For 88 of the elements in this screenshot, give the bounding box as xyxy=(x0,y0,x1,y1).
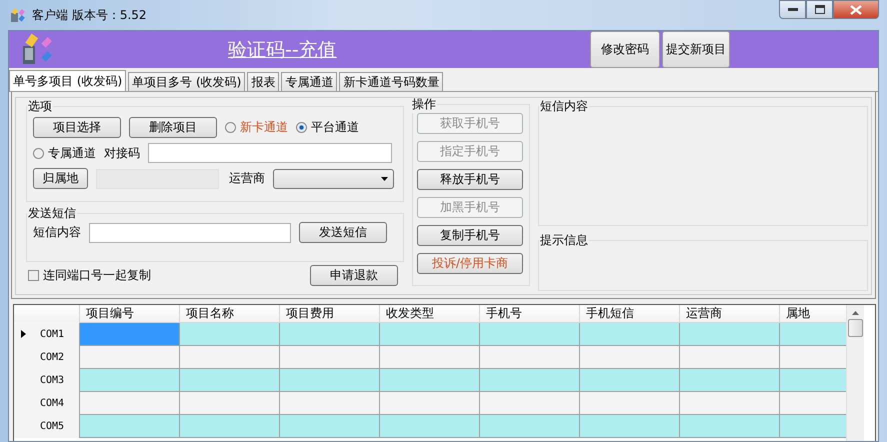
send-sms-button[interactable]: 发送短信 xyxy=(299,222,387,243)
table-cell[interactable] xyxy=(679,392,779,415)
tab[interactable]: 专属通道 xyxy=(281,72,338,91)
option-button[interactable]: 删除项目 xyxy=(129,117,217,138)
row-header[interactable]: COM2 xyxy=(40,352,64,362)
operation-button[interactable]: 复制手机号 xyxy=(417,225,523,246)
table-cell[interactable] xyxy=(779,346,846,369)
operation-button[interactable]: 释放手机号 xyxy=(417,169,523,190)
row-header[interactable]: COM4 xyxy=(40,398,64,408)
table-cell[interactable] xyxy=(379,369,479,392)
table-cell[interactable] xyxy=(779,392,846,415)
table-cell[interactable] xyxy=(679,369,779,392)
table-cell[interactable] xyxy=(779,323,846,346)
dropdown-caret-icon xyxy=(381,176,388,180)
table-cell[interactable] xyxy=(179,369,279,392)
sms-content-label: 短信内容 xyxy=(33,224,81,241)
table-cell[interactable] xyxy=(179,392,279,415)
table-cell[interactable] xyxy=(79,369,179,392)
dock-code-field[interactable] xyxy=(148,143,392,163)
header-title[interactable]: 验证码--充值 xyxy=(228,37,337,63)
sms-content-field[interactable] xyxy=(89,222,291,242)
window-title: 客户端 版本号：5.52 xyxy=(32,6,147,24)
table-cell[interactable] xyxy=(479,346,579,369)
table-cell[interactable] xyxy=(579,369,679,392)
tab[interactable]: 单号多项目 (收发码) xyxy=(9,70,126,91)
table-cell[interactable] xyxy=(179,346,279,369)
operation-button[interactable]: 投诉/停用卡商 xyxy=(417,253,523,274)
table-cell[interactable] xyxy=(479,415,579,438)
channel-radio[interactable]: 平台通道 xyxy=(296,119,359,136)
table-cell[interactable] xyxy=(79,392,179,415)
table-cell[interactable] xyxy=(279,369,379,392)
refund-button[interactable]: 申请退款 xyxy=(310,265,398,286)
vertical-scrollbar[interactable] xyxy=(846,305,864,441)
table-cell[interactable] xyxy=(479,369,579,392)
group-title: 短信内容 xyxy=(539,98,589,115)
carrier-label: 运营商 xyxy=(229,170,265,187)
table-cell[interactable] xyxy=(179,415,279,438)
table-cell[interactable] xyxy=(379,415,479,438)
app-icon xyxy=(10,7,26,23)
table-cell[interactable] xyxy=(479,323,579,346)
carrier-dropdown[interactable] xyxy=(273,168,394,188)
header-button[interactable]: 修改密码 xyxy=(590,31,660,68)
close-icon xyxy=(850,4,862,14)
table-cell[interactable] xyxy=(779,369,846,392)
table-cell[interactable] xyxy=(679,415,779,438)
copy-with-port-checkbox[interactable]: 连同端口号一起复制 xyxy=(28,267,151,284)
table-cell[interactable] xyxy=(279,392,379,415)
maximize-icon xyxy=(814,5,824,14)
table-cell[interactable] xyxy=(379,346,479,369)
table-cell[interactable] xyxy=(279,346,379,369)
tab[interactable]: 报表 xyxy=(247,72,280,91)
group-title: 选项 xyxy=(27,98,53,115)
header-button[interactable]: 提交新项目 xyxy=(662,31,730,68)
group-title: 提示信息 xyxy=(539,232,589,249)
table-cell[interactable] xyxy=(579,323,679,346)
table-cell[interactable] xyxy=(679,323,779,346)
table-cell[interactable] xyxy=(579,392,679,415)
scroll-thumb[interactable] xyxy=(848,319,863,337)
maximize-button[interactable] xyxy=(806,0,833,19)
close-button[interactable] xyxy=(833,0,879,19)
channel-radio[interactable]: 专属通道 xyxy=(33,144,96,162)
minimize-button[interactable] xyxy=(779,0,806,19)
option-button[interactable]: 项目选择 xyxy=(33,117,121,138)
minimize-icon xyxy=(788,8,798,12)
table-cell[interactable] xyxy=(79,346,179,369)
group-title: 操作 xyxy=(411,96,437,113)
table-cell[interactable] xyxy=(779,415,846,438)
group-title: 发送短信 xyxy=(27,205,77,222)
row-header[interactable]: COM5 xyxy=(40,420,64,432)
table-cell[interactable] xyxy=(479,392,579,415)
table-cell[interactable] xyxy=(79,323,179,346)
table-cell[interactable] xyxy=(79,415,179,438)
table-cell[interactable] xyxy=(679,346,779,369)
dock-code-label: 对接码 xyxy=(104,144,140,162)
table-cell[interactable] xyxy=(279,323,379,346)
table-cell[interactable] xyxy=(179,323,279,346)
table-cell[interactable] xyxy=(379,392,479,415)
table-cell[interactable] xyxy=(579,346,679,369)
tab[interactable]: 单项目多号 (收发码) xyxy=(128,72,246,91)
row-header[interactable]: COM1 xyxy=(40,328,64,340)
tab[interactable]: 新卡通道号码数量 xyxy=(339,72,444,91)
channel-radio[interactable]: 新卡通道 xyxy=(225,119,288,136)
scroll-up-icon xyxy=(852,311,859,315)
table-cell[interactable] xyxy=(579,415,679,438)
location-button[interactable]: 归属地 xyxy=(33,168,88,189)
row-header[interactable]: COM3 xyxy=(40,374,64,386)
table-cell[interactable] xyxy=(379,323,479,346)
table-cell[interactable] xyxy=(279,415,379,438)
